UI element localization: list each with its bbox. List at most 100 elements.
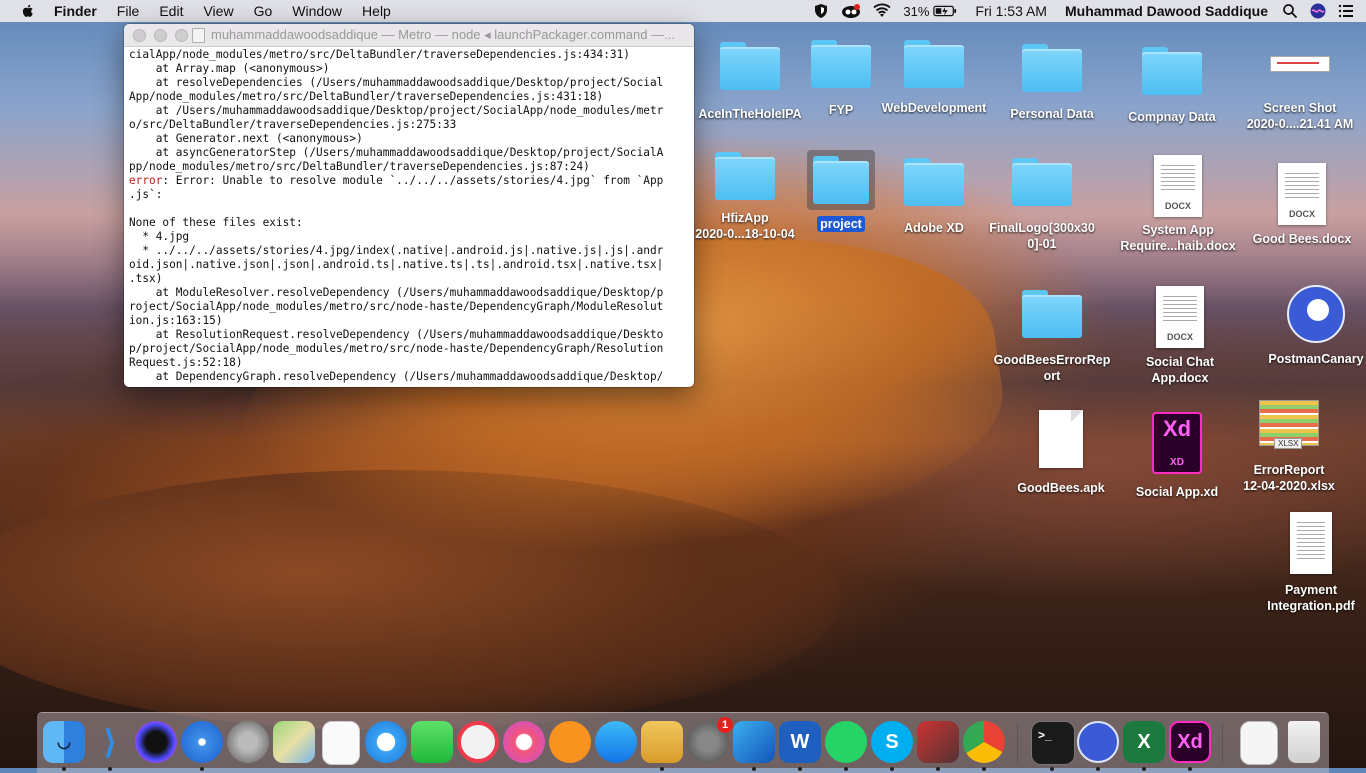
- desktop-item-social-app-xd[interactable]: Xd XD Social App.xd: [1117, 412, 1237, 500]
- desktop-item-good-bees-docx[interactable]: DOCX Good Bees.docx: [1242, 163, 1362, 247]
- battery-icon[interactable]: [933, 3, 957, 19]
- xd-file-label-small: XD: [1170, 457, 1184, 468]
- terminal-title: muhammaddawoodsaddique — Metro — node ◂ …: [211, 27, 675, 42]
- apple-icon[interactable]: [20, 3, 36, 19]
- wifi-icon[interactable]: [873, 3, 891, 19]
- desktop-item-label: Adobe XD: [904, 221, 964, 235]
- terminal-titlebar[interactable]: muhammaddawoodsaddique — Metro — node ◂ …: [124, 24, 694, 47]
- folder-icon: [1022, 44, 1082, 92]
- menu-help[interactable]: Help: [362, 3, 391, 19]
- folder-icon: [720, 42, 780, 90]
- folder-icon: [715, 152, 775, 200]
- terminal-line: .tsx): [129, 272, 163, 285]
- dock: ◡ ⟩ 1 W S >_ X Xd: [37, 712, 1329, 773]
- maps-icon[interactable]: [273, 721, 315, 763]
- dock-separator: [1222, 723, 1223, 763]
- png-file-stack-icon[interactable]: [1240, 721, 1278, 765]
- document-proxy-icon[interactable]: [192, 27, 205, 43]
- terminal-line: p/project/SocialApp/node_modules/metro/s…: [129, 342, 664, 355]
- terminal-window[interactable]: muhammaddawoodsaddique — Metro — node ◂ …: [124, 24, 694, 387]
- excel-icon[interactable]: X: [1123, 721, 1165, 763]
- skype-icon[interactable]: S: [871, 721, 913, 763]
- spotlight-search-icon[interactable]: [1282, 3, 1298, 19]
- desktop-item-personal-data[interactable]: Personal Data: [992, 44, 1112, 122]
- trash-icon[interactable]: [1288, 721, 1320, 763]
- desktop-item-label: Screen Shot 2020-0....21.41 AM: [1246, 101, 1354, 131]
- vscode-icon[interactable]: ⟩: [89, 721, 131, 763]
- xcode-simulator-icon[interactable]: [733, 721, 775, 763]
- xd-file-icon: Xd XD: [1152, 412, 1202, 474]
- messages-icon[interactable]: [365, 721, 407, 763]
- safari-icon[interactable]: [181, 721, 223, 763]
- shield-icon[interactable]: [813, 3, 829, 19]
- desktop-item-label: ErrorReport 12-04-2020.xlsx: [1243, 463, 1335, 493]
- desktop-item-label: PostmanCanary: [1268, 352, 1364, 366]
- desktop-item-system-app-requirements[interactable]: DOCX System App Require...haib.docx: [1118, 155, 1238, 254]
- error-message: : Error: Unable to resolve module `../..…: [162, 174, 664, 187]
- app-store-icon[interactable]: [595, 721, 637, 763]
- archive-utility-icon[interactable]: [641, 721, 683, 763]
- desktop-item-label: Payment Integration.pdf: [1267, 583, 1355, 613]
- minimize-button[interactable]: [154, 28, 167, 42]
- terminal-line: at asyncGeneratorStep (/Users/muhammadda…: [129, 146, 664, 159]
- books-icon[interactable]: [549, 721, 591, 763]
- menu-view[interactable]: View: [203, 3, 233, 19]
- menu-go[interactable]: Go: [254, 3, 273, 19]
- launchpad-icon[interactable]: [227, 721, 269, 763]
- menu-file[interactable]: File: [117, 3, 140, 19]
- menu-edit[interactable]: Edit: [159, 3, 183, 19]
- terminal-line: cialApp/node_modules/metro/src/DeltaBund…: [129, 48, 630, 61]
- music-icon[interactable]: [503, 721, 545, 763]
- dock-separator: [1017, 723, 1018, 763]
- desktop-item-label: Good Bees.docx: [1252, 232, 1352, 246]
- terminal-output[interactable]: cialApp/node_modules/metro/src/DeltaBund…: [124, 47, 694, 384]
- desktop-item-screenshot[interactable]: Screen Shot 2020-0....21.41 AM: [1240, 38, 1360, 132]
- desktop-item-label: WebDevelopment: [881, 101, 987, 115]
- finder-icon[interactable]: ◡: [43, 721, 85, 763]
- desktop-item-finallogo[interactable]: FinalLogo[300x30 0]-01: [982, 158, 1102, 252]
- desktop-item-company-data[interactable]: Compnay Data: [1112, 47, 1232, 125]
- terminal-line: None of these files exist:: [129, 216, 303, 229]
- menubar-clock[interactable]: Fri 1:53 AM: [975, 3, 1047, 19]
- docx-file-icon: DOCX: [1156, 286, 1204, 348]
- news-icon[interactable]: [457, 721, 499, 763]
- terminal-icon[interactable]: >_: [1031, 721, 1075, 765]
- system-preferences-icon[interactable]: 1: [687, 717, 733, 763]
- creative-cloud-icon[interactable]: [841, 3, 861, 19]
- desktop-item-goodbees-apk[interactable]: GoodBees.apk: [1001, 410, 1121, 496]
- folder-icon: [1022, 290, 1082, 338]
- whatsapp-icon[interactable]: [825, 721, 867, 763]
- photo-booth-icon[interactable]: [917, 721, 959, 763]
- menubar-user[interactable]: Muhammad Dawood Saddique: [1065, 3, 1268, 19]
- desktop-item-payment-integration-pdf[interactable]: Payment Integration.pdf: [1251, 512, 1366, 614]
- folder-icon: [813, 156, 869, 204]
- desktop-item-adobe-xd[interactable]: Adobe XD: [874, 158, 994, 236]
- desktop-item-error-report-xlsx[interactable]: XLSX ErrorReport 12-04-2020.xlsx: [1229, 400, 1349, 494]
- word-icon[interactable]: W: [779, 721, 821, 763]
- reminders-icon[interactable]: [322, 721, 360, 765]
- zoom-button[interactable]: [175, 28, 188, 42]
- terminal-error-line: error: Error: Unable to resolve module `…: [129, 174, 689, 188]
- chrome-icon[interactable]: [963, 721, 1005, 763]
- desktop-item-postman-canary[interactable]: PostmanCanary: [1256, 285, 1366, 367]
- excel-glyph: X: [1137, 730, 1151, 753]
- desktop-item-label: GoodBeesErrorRep ort: [993, 353, 1111, 383]
- notification-center-icon[interactable]: [1338, 3, 1354, 19]
- terminal-glyph: >_: [1038, 728, 1052, 742]
- siri-icon[interactable]: [1310, 3, 1326, 19]
- desktop-item-goodbees-error-report[interactable]: GoodBeesErrorRep ort: [992, 290, 1112, 384]
- menu-app-name[interactable]: Finder: [54, 3, 97, 19]
- desktop-item-webdevelopment[interactable]: WebDevelopment: [874, 40, 994, 116]
- close-button[interactable]: [133, 28, 146, 42]
- desktop-item-social-chat-app-docx[interactable]: DOCX Social Chat App.docx: [1120, 286, 1240, 386]
- siri-dock-icon[interactable]: [135, 721, 177, 763]
- desktop-item-label: Personal Data: [1010, 107, 1094, 121]
- terminal-line: at DependencyGraph.resolveDependency (/U…: [129, 370, 664, 383]
- postman-dock-icon[interactable]: [1077, 721, 1119, 763]
- facetime-icon[interactable]: [411, 721, 453, 763]
- terminal-line: * 4.jpg: [129, 230, 190, 243]
- error-keyword: error: [129, 174, 163, 187]
- adobe-xd-icon[interactable]: Xd: [1169, 721, 1211, 763]
- menu-window[interactable]: Window: [292, 3, 342, 19]
- terminal-line: oid.json|.native.json|.json|.android.ts|…: [129, 258, 664, 271]
